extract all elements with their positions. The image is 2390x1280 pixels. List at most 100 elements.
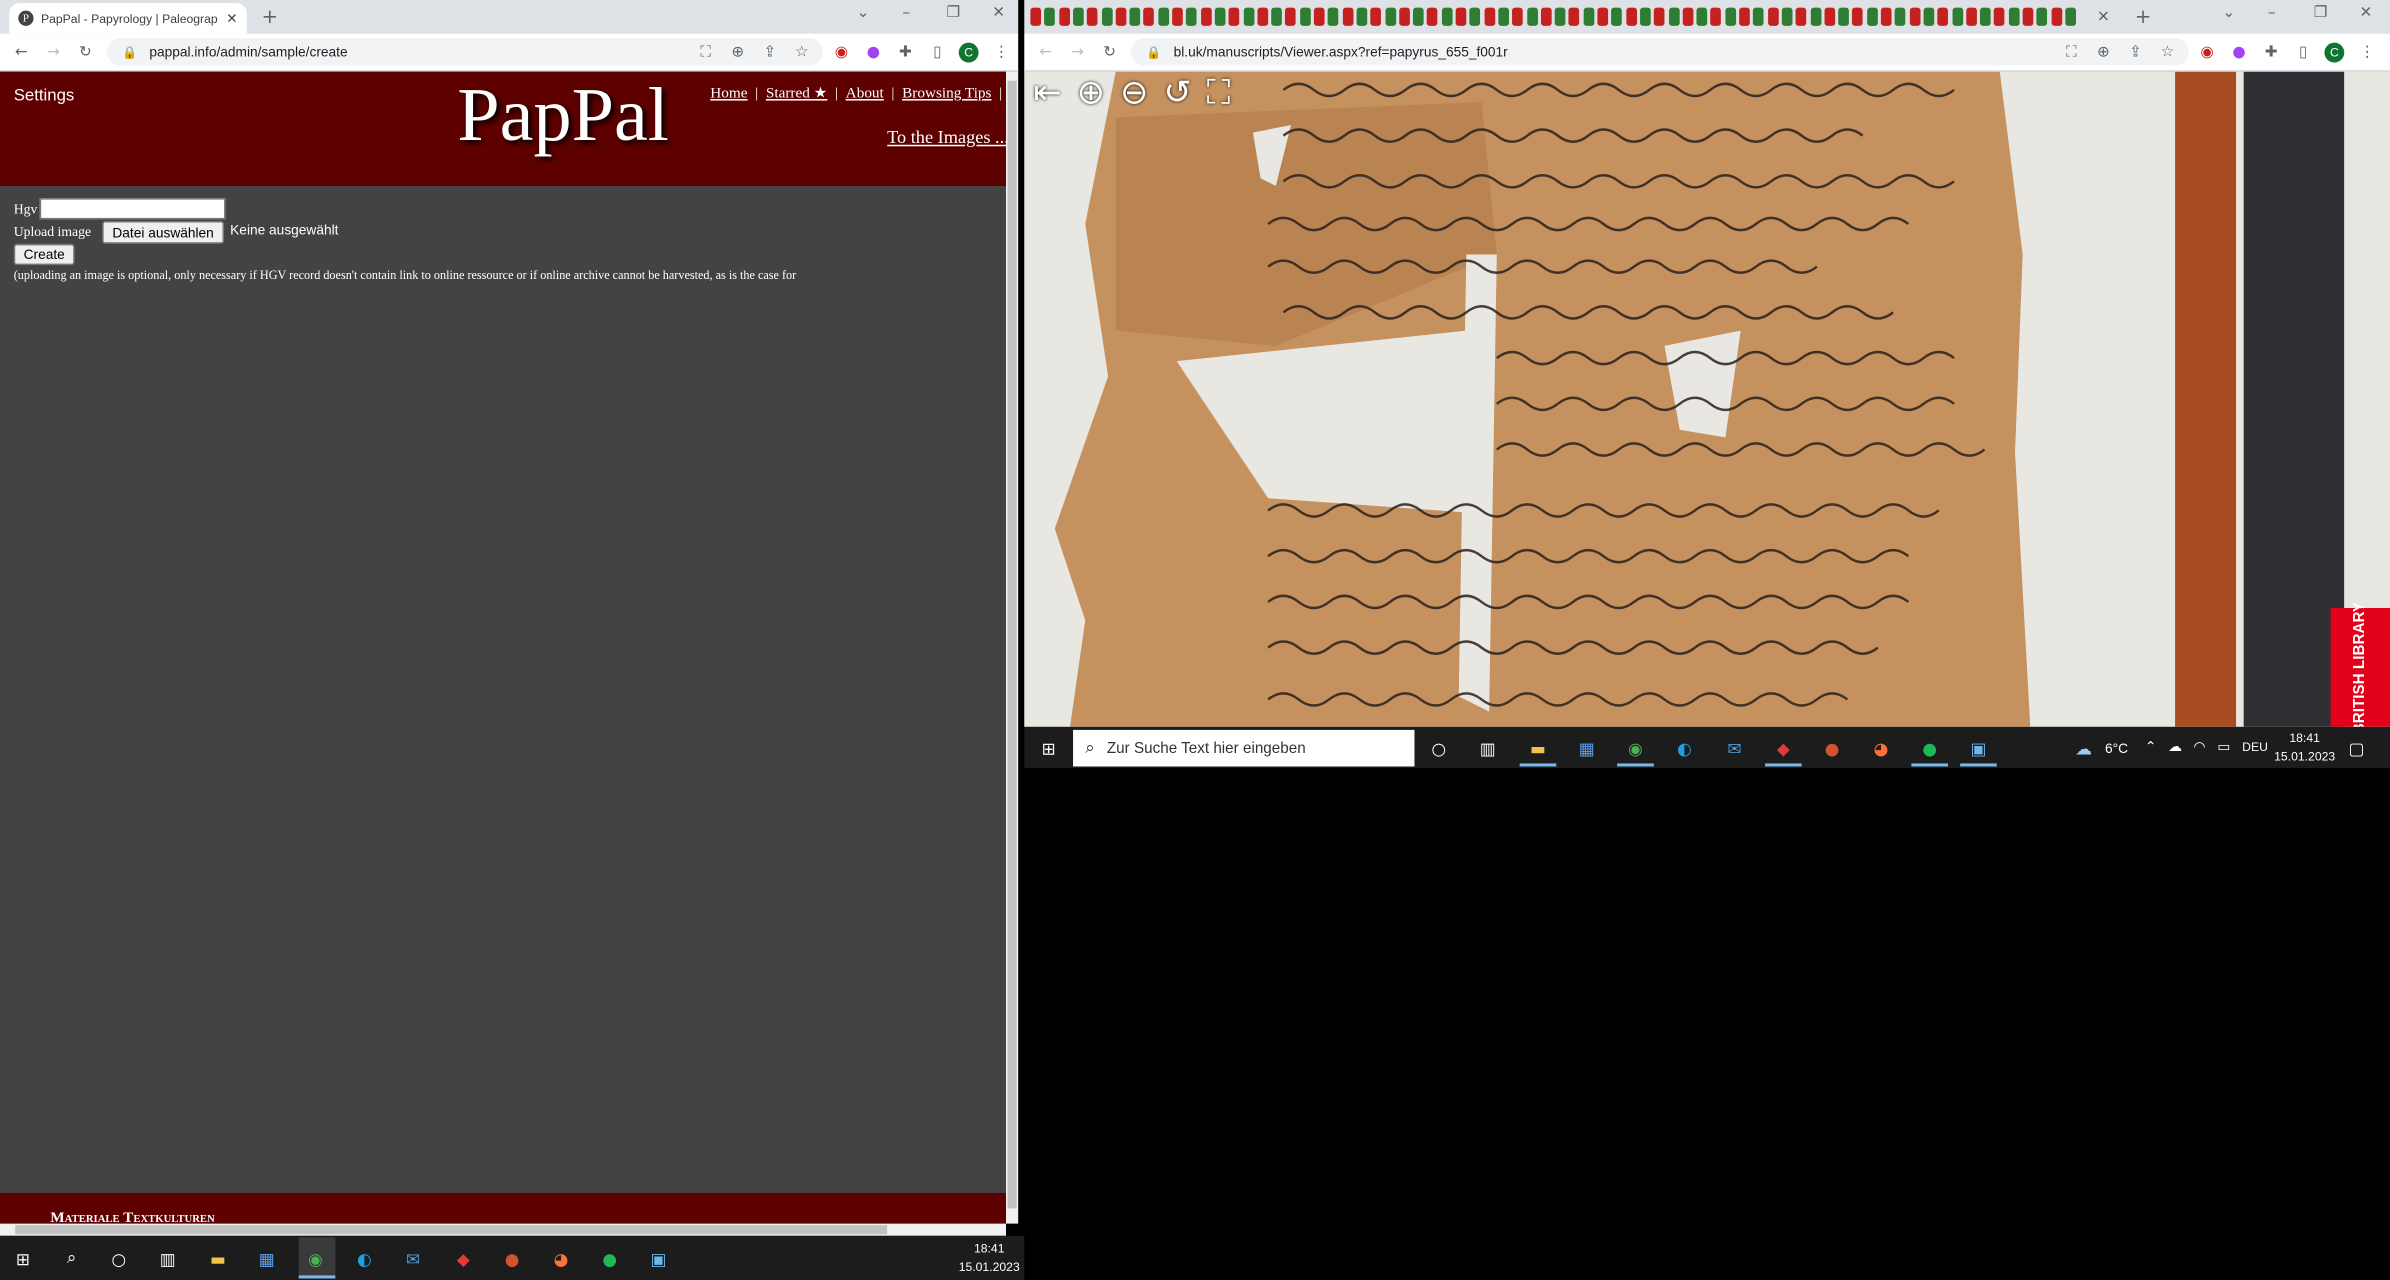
- pinned-tab-favicon-icon[interactable]: [1739, 7, 1750, 26]
- pinned-tab-favicon-icon[interactable]: [1129, 7, 1141, 26]
- pinned-tab-favicon-icon[interactable]: [1186, 7, 1197, 26]
- pinned-tab-favicon-icon[interactable]: [1455, 7, 1467, 26]
- extension-purple-icon[interactable]: ●: [2228, 41, 2249, 62]
- forward-arrow-icon[interactable]: →: [1067, 41, 1088, 62]
- zoom-in-icon[interactable]: ⊕: [1077, 75, 1105, 113]
- pinned-tab-favicon-icon[interactable]: [1866, 7, 1878, 26]
- mail-icon[interactable]: ✉: [402, 1248, 423, 1269]
- right-address-bar[interactable]: 🔒 bl.uk/manuscripts/Viewer.aspx?ref=papy…: [1130, 38, 2189, 66]
- store-icon[interactable]: ▦: [256, 1248, 277, 1269]
- tray-chevron-icon[interactable]: ⌃: [2140, 738, 2161, 759]
- inner-powerpoint-icon[interactable]: ●: [1821, 738, 1842, 759]
- settings-link[interactable]: Settings: [14, 87, 75, 105]
- inner-windows-start-icon[interactable]: ⊞: [1038, 738, 1059, 759]
- pinned-tab-favicon-icon[interactable]: [1781, 7, 1793, 26]
- tray-battery-icon[interactable]: ▭: [2213, 738, 2234, 759]
- pinned-tab-favicon-icon[interactable]: [1370, 7, 1382, 26]
- pinned-tab-favicon-icon[interactable]: [1328, 7, 1339, 26]
- pinned-tab-favicon-icon[interactable]: [1469, 7, 1481, 26]
- acrobat-icon[interactable]: ◆: [453, 1248, 474, 1269]
- pinned-tab-favicon-icon[interactable]: [1143, 7, 1155, 26]
- pinned-tab-favicon-icon[interactable]: [1526, 7, 1538, 26]
- translate-icon[interactable]: ⛶: [2061, 41, 2082, 62]
- pinned-tabs-strip[interactable]: [1030, 0, 2085, 34]
- inner-store-icon[interactable]: ▦: [1576, 738, 1597, 759]
- nav-starred[interactable]: Starred ★: [766, 85, 827, 102]
- pinned-tab-favicon-icon[interactable]: [1597, 7, 1609, 26]
- zoom-icon[interactable]: ⊕: [727, 41, 748, 62]
- pinned-tab-favicon-icon[interactable]: [1299, 7, 1311, 26]
- pinned-tab-favicon-icon[interactable]: [1172, 7, 1183, 26]
- profile-avatar[interactable]: C: [958, 42, 979, 63]
- reload-icon[interactable]: ↻: [1099, 41, 1120, 62]
- pinned-tab-favicon-icon[interactable]: [1909, 7, 1920, 26]
- pinned-tab-favicon-icon[interactable]: [1271, 7, 1283, 26]
- inner-search-box[interactable]: ⌕ Zur Suche Text hier eingeben: [1073, 729, 1415, 767]
- rotate-icon[interactable]: ↺: [1163, 75, 1191, 113]
- nav-about[interactable]: About: [846, 85, 884, 102]
- choose-file-button[interactable]: Datei auswählen: [102, 220, 225, 244]
- tray-wifi-icon[interactable]: ◠: [2189, 738, 2210, 759]
- new-tab-icon[interactable]: +: [2132, 5, 2153, 28]
- extension-red-icon[interactable]: ◉: [831, 41, 852, 62]
- horizontal-scrollbar[interactable]: [0, 1223, 1006, 1236]
- extensions-puzzle-icon[interactable]: ✚: [895, 41, 916, 62]
- pinned-tab-favicon-icon[interactable]: [1724, 7, 1736, 26]
- pinned-tab-favicon-icon[interactable]: [2036, 7, 2048, 26]
- inner-language[interactable]: DEU: [2242, 741, 2268, 755]
- minimize-icon[interactable]: –: [902, 5, 910, 22]
- pinned-tab-favicon-icon[interactable]: [1200, 7, 1212, 26]
- hgv-input[interactable]: [39, 198, 226, 220]
- inner-firefox-icon[interactable]: ◕: [1870, 738, 1891, 759]
- share-icon[interactable]: ⇪: [759, 41, 780, 62]
- powerpoint-icon[interactable]: ●: [501, 1248, 522, 1269]
- task-view-icon[interactable]: ▥: [157, 1248, 178, 1269]
- tray-onedrive-icon[interactable]: ☁: [2164, 738, 2185, 759]
- pinned-tab-favicon-icon[interactable]: [1753, 7, 1764, 26]
- pinned-tab-favicon-icon[interactable]: [2022, 7, 2034, 26]
- share-icon[interactable]: ⇪: [2125, 41, 2146, 62]
- pinned-tab-favicon-icon[interactable]: [1483, 7, 1495, 26]
- windows-start-icon[interactable]: ⊞: [12, 1248, 33, 1269]
- menu-kebab-icon[interactable]: ⋮: [2356, 41, 2377, 62]
- pinned-tab-favicon-icon[interactable]: [1583, 7, 1594, 26]
- pinned-tab-favicon-icon[interactable]: [1810, 7, 1821, 26]
- create-button[interactable]: Create: [13, 243, 75, 266]
- pinned-tab-favicon-icon[interactable]: [1441, 7, 1453, 26]
- pinned-tab-favicon-icon[interactable]: [1115, 7, 1127, 26]
- pinned-tab-favicon-icon[interactable]: [1228, 7, 1240, 26]
- tab-search-icon[interactable]: ⌄: [2222, 5, 2235, 22]
- pinned-tab-favicon-icon[interactable]: [1512, 7, 1523, 26]
- chrome-icon[interactable]: ◉: [305, 1248, 326, 1269]
- forward-arrow-icon[interactable]: →: [43, 41, 64, 62]
- pinned-tab-favicon-icon[interactable]: [1710, 7, 1722, 26]
- spotify-icon[interactable]: ●: [599, 1248, 620, 1269]
- extension-red-icon[interactable]: ◉: [2196, 41, 2217, 62]
- pinned-tab-favicon-icon[interactable]: [1923, 7, 1935, 26]
- pinned-tab-favicon-icon[interactable]: [1101, 7, 1112, 26]
- inner-file-explorer-icon[interactable]: ▬: [1527, 738, 1548, 759]
- extension-purple-icon[interactable]: ●: [863, 41, 884, 62]
- pinned-tab-favicon-icon[interactable]: [1058, 7, 1070, 26]
- pinned-tab-favicon-icon[interactable]: [1824, 7, 1835, 26]
- weather-cloud-icon[interactable]: ☁: [2073, 738, 2094, 759]
- vertical-scrollbar[interactable]: [1005, 71, 1019, 1224]
- pinned-tab-favicon-icon[interactable]: [1838, 7, 1850, 26]
- firefox-icon[interactable]: ◕: [550, 1248, 571, 1269]
- inner-mail-icon[interactable]: ✉: [1724, 738, 1745, 759]
- inner-chrome-icon[interactable]: ◉: [1625, 738, 1646, 759]
- translate-icon[interactable]: ⛶: [695, 41, 716, 62]
- window-close-icon[interactable]: ✕: [2360, 5, 2373, 22]
- tab-search-icon[interactable]: ⌄: [857, 5, 870, 22]
- to-images-link[interactable]: To the Images ...: [887, 126, 1006, 149]
- inner-cortana-icon[interactable]: ○: [1428, 738, 1449, 759]
- vertical-scroll-thumb[interactable]: [1007, 80, 1017, 1209]
- reload-icon[interactable]: ↻: [75, 41, 96, 62]
- pinned-tab-favicon-icon[interactable]: [2008, 7, 2020, 26]
- pinned-tab-favicon-icon[interactable]: [1994, 7, 2005, 26]
- pinned-tab-favicon-icon[interactable]: [1767, 7, 1779, 26]
- pinned-tab-favicon-icon[interactable]: [1937, 7, 1949, 26]
- pinned-tab-favicon-icon[interactable]: [1611, 7, 1623, 26]
- clock[interactable]: 18:41 15.01.2023: [957, 1240, 1021, 1277]
- pinned-tab-favicon-icon[interactable]: [1895, 7, 1906, 26]
